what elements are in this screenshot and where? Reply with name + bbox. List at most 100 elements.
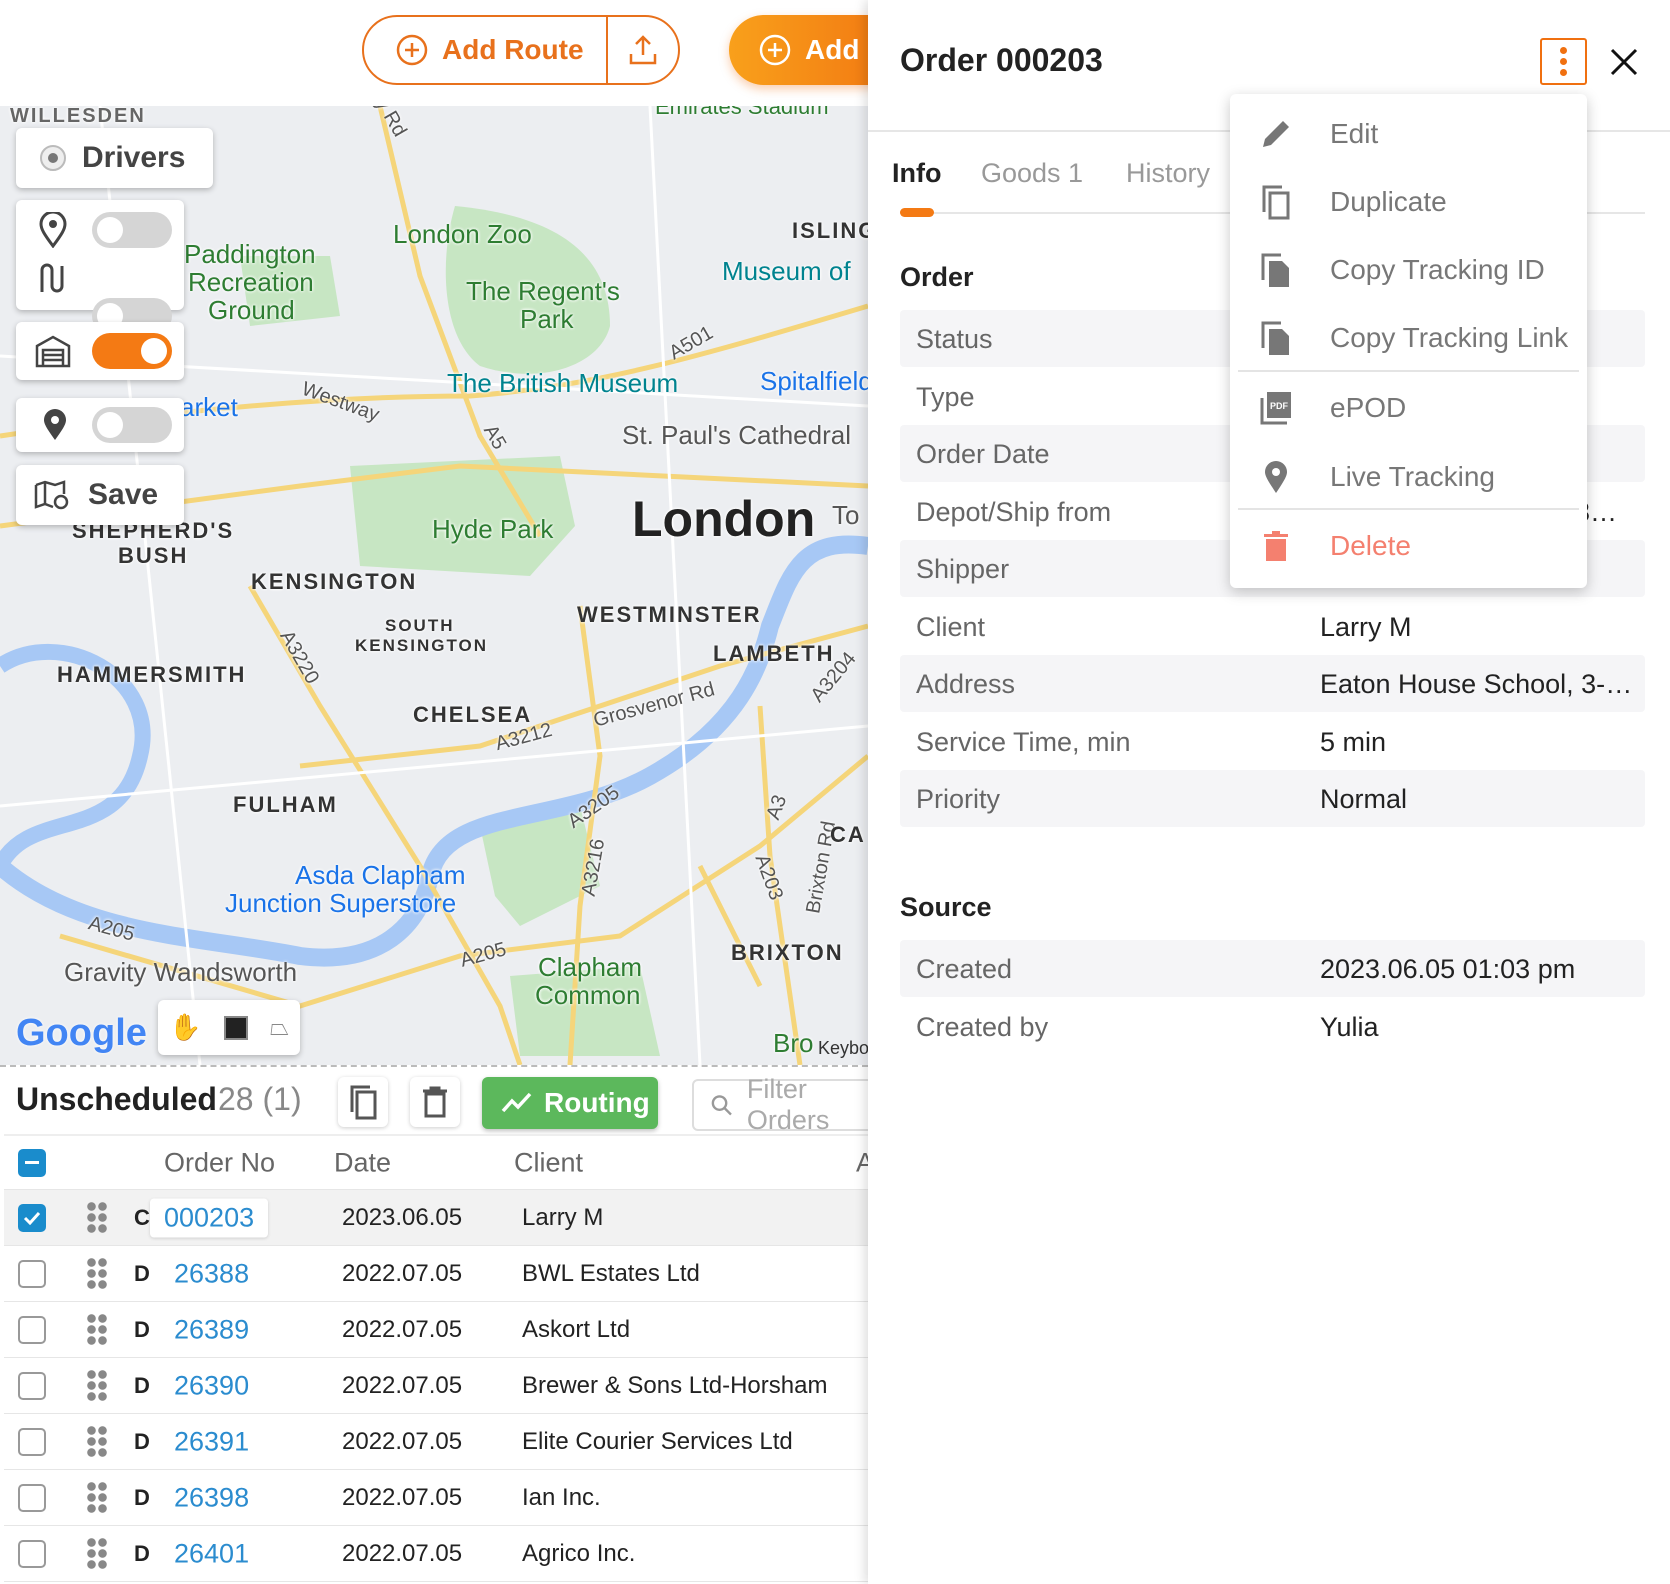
lasso-icon[interactable]: ⏢ <box>270 1014 289 1042</box>
pin-toggle-box <box>16 398 184 452</box>
add-order-label: Add <box>805 34 860 65</box>
menu-item-live-tracking[interactable]: Live Tracking <box>1230 447 1587 507</box>
delete-button[interactable] <box>410 1077 460 1127</box>
order-number-link[interactable]: 26390 <box>174 1370 249 1401</box>
tab-history[interactable]: History <box>1126 158 1210 189</box>
field-row: Created 2023.06.05 01:03 pm <box>900 940 1645 997</box>
map-label: Hyde Park <box>432 514 554 544</box>
depot-toggle[interactable] <box>92 333 172 369</box>
column-date[interactable]: Date <box>334 1147 391 1178</box>
field-label: Created by <box>916 1011 1049 1042</box>
menu-item-copy-tracking-link[interactable]: Copy Tracking Link <box>1230 308 1587 368</box>
select-all-checkbox[interactable] <box>18 1148 46 1177</box>
order-date: 2023.06.05 <box>342 1203 463 1231</box>
save-map-button[interactable]: Save <box>16 465 184 525</box>
drag-handle-icon[interactable] <box>86 1200 108 1235</box>
order-type: D <box>134 1260 150 1286</box>
row-checkbox[interactable] <box>18 1371 46 1400</box>
menu-item-label: Delete <box>1330 530 1411 561</box>
more-actions-button[interactable] <box>1540 38 1587 85</box>
table-row[interactable]: D 26391 2022.07.05 Elite Courier Service… <box>4 1414 868 1470</box>
pins-toggle[interactable] <box>92 407 172 443</box>
menu-item-edit[interactable]: Edit <box>1230 104 1587 164</box>
trash-icon <box>423 1086 447 1118</box>
table-row[interactable]: C 000203 2023.06.05 Larry M <box>4 1190 868 1246</box>
table-row[interactable]: D 26390 2022.07.05 Brewer & Sons Ltd-Hor… <box>4 1358 868 1414</box>
routing-button[interactable]: Routing <box>482 1077 658 1129</box>
row-checkbox[interactable] <box>18 1483 46 1512</box>
order-type: C <box>134 1204 150 1230</box>
filter-orders-input[interactable]: Filter Orders <box>692 1074 892 1135</box>
field-value: 5 min <box>1320 726 1387 757</box>
map-label: Park <box>520 304 574 334</box>
order-number-link[interactable]: 26391 <box>174 1426 249 1457</box>
drag-handle-icon[interactable] <box>86 1536 108 1571</box>
row-checkbox[interactable] <box>18 1259 46 1288</box>
map-label: KENSINGTON <box>355 636 489 655</box>
hand-icon[interactable]: ✋ <box>169 1012 201 1043</box>
order-number-link[interactable]: 26389 <box>174 1314 249 1345</box>
field-value: Larry M <box>1320 611 1412 642</box>
order-heading: Order <box>900 262 974 292</box>
menu-item-copy-tracking-id[interactable]: Copy Tracking ID <box>1230 240 1587 300</box>
order-number-link[interactable]: 26398 <box>174 1482 249 1513</box>
map-label: Clapham <box>538 952 643 982</box>
map-label: WILLESDEN <box>10 106 146 127</box>
map-pin-outline-icon <box>39 212 67 248</box>
map-label: HAMMERSMITH <box>57 662 247 687</box>
upload-icon <box>629 35 657 65</box>
field-row: Client Larry M <box>900 598 1645 655</box>
add-route-button[interactable]: Add Route <box>364 17 608 83</box>
unscheduled-title: Unscheduled <box>16 1081 217 1117</box>
drag-handle-icon[interactable] <box>86 1368 108 1403</box>
save-label: Save <box>88 478 159 511</box>
order-type: D <box>134 1484 150 1510</box>
drag-handle-icon[interactable] <box>86 1480 108 1515</box>
row-checkbox[interactable] <box>18 1315 46 1344</box>
map-label: LAMBETH <box>713 641 835 666</box>
top-toolbar: Add Route Add <box>0 0 929 106</box>
drag-handle-icon[interactable] <box>86 1424 108 1459</box>
menu-item-epod[interactable]: PDF ePOD <box>1230 378 1587 438</box>
map-label: arket <box>180 392 238 422</box>
map-label: The British Museum <box>447 368 679 398</box>
order-date: 2022.07.05 <box>342 1483 463 1511</box>
source-heading: Source <box>900 892 992 922</box>
order-date: 2022.07.05 <box>342 1427 463 1455</box>
rectangle-select-icon[interactable] <box>223 1015 248 1040</box>
check-icon <box>23 1211 41 1225</box>
table-row[interactable]: D 26401 2022.07.05 Agrico Inc. <box>4 1526 868 1582</box>
routing-label: Routing <box>544 1087 650 1118</box>
order-client: Elite Courier Services Ltd <box>522 1427 793 1455</box>
map-save-icon <box>34 480 69 510</box>
order-date: 2022.07.05 <box>342 1371 463 1399</box>
drivers-button[interactable]: Drivers <box>16 128 213 188</box>
upload-button[interactable] <box>608 33 678 67</box>
tab-goods[interactable]: Goods 1 <box>981 158 1083 189</box>
order-number-link[interactable]: 26401 <box>174 1538 249 1569</box>
close-icon[interactable] <box>1608 46 1640 78</box>
keyboard-shortcuts-link[interactable]: Keybo <box>818 1038 868 1059</box>
layer-toggles <box>16 200 184 334</box>
order-number-link[interactable]: 000203 <box>150 1198 269 1237</box>
stops-toggle[interactable] <box>92 212 172 248</box>
row-checkbox[interactable] <box>18 1203 46 1232</box>
menu-item-delete[interactable]: Delete <box>1230 516 1587 576</box>
map[interactable]: WILLESDEN Emirates Stadium y Rd London Z… <box>0 106 868 1065</box>
order-number-link[interactable]: 26388 <box>174 1258 249 1289</box>
column-client[interactable]: Client <box>514 1147 583 1178</box>
table-row[interactable]: D 26388 2022.07.05 BWL Estates Ltd <box>4 1246 868 1302</box>
field-row: Created by Yulia <box>900 998 1645 1055</box>
tab-info[interactable]: Info <box>892 158 941 189</box>
table-row[interactable]: D 26398 2022.07.05 Ian Inc. <box>4 1470 868 1526</box>
row-checkbox[interactable] <box>18 1427 46 1456</box>
drag-handle-icon[interactable] <box>86 1256 108 1291</box>
order-client: Askort Ltd <box>522 1315 631 1343</box>
duplicate-button[interactable] <box>338 1077 388 1127</box>
field-label: Type <box>916 381 975 412</box>
drag-handle-icon[interactable] <box>86 1312 108 1347</box>
table-row[interactable]: D 26389 2022.07.05 Askort Ltd <box>4 1302 868 1358</box>
row-checkbox[interactable] <box>18 1539 46 1568</box>
column-order-no[interactable]: Order No <box>164 1147 275 1178</box>
menu-item-duplicate[interactable]: Duplicate <box>1230 172 1587 232</box>
